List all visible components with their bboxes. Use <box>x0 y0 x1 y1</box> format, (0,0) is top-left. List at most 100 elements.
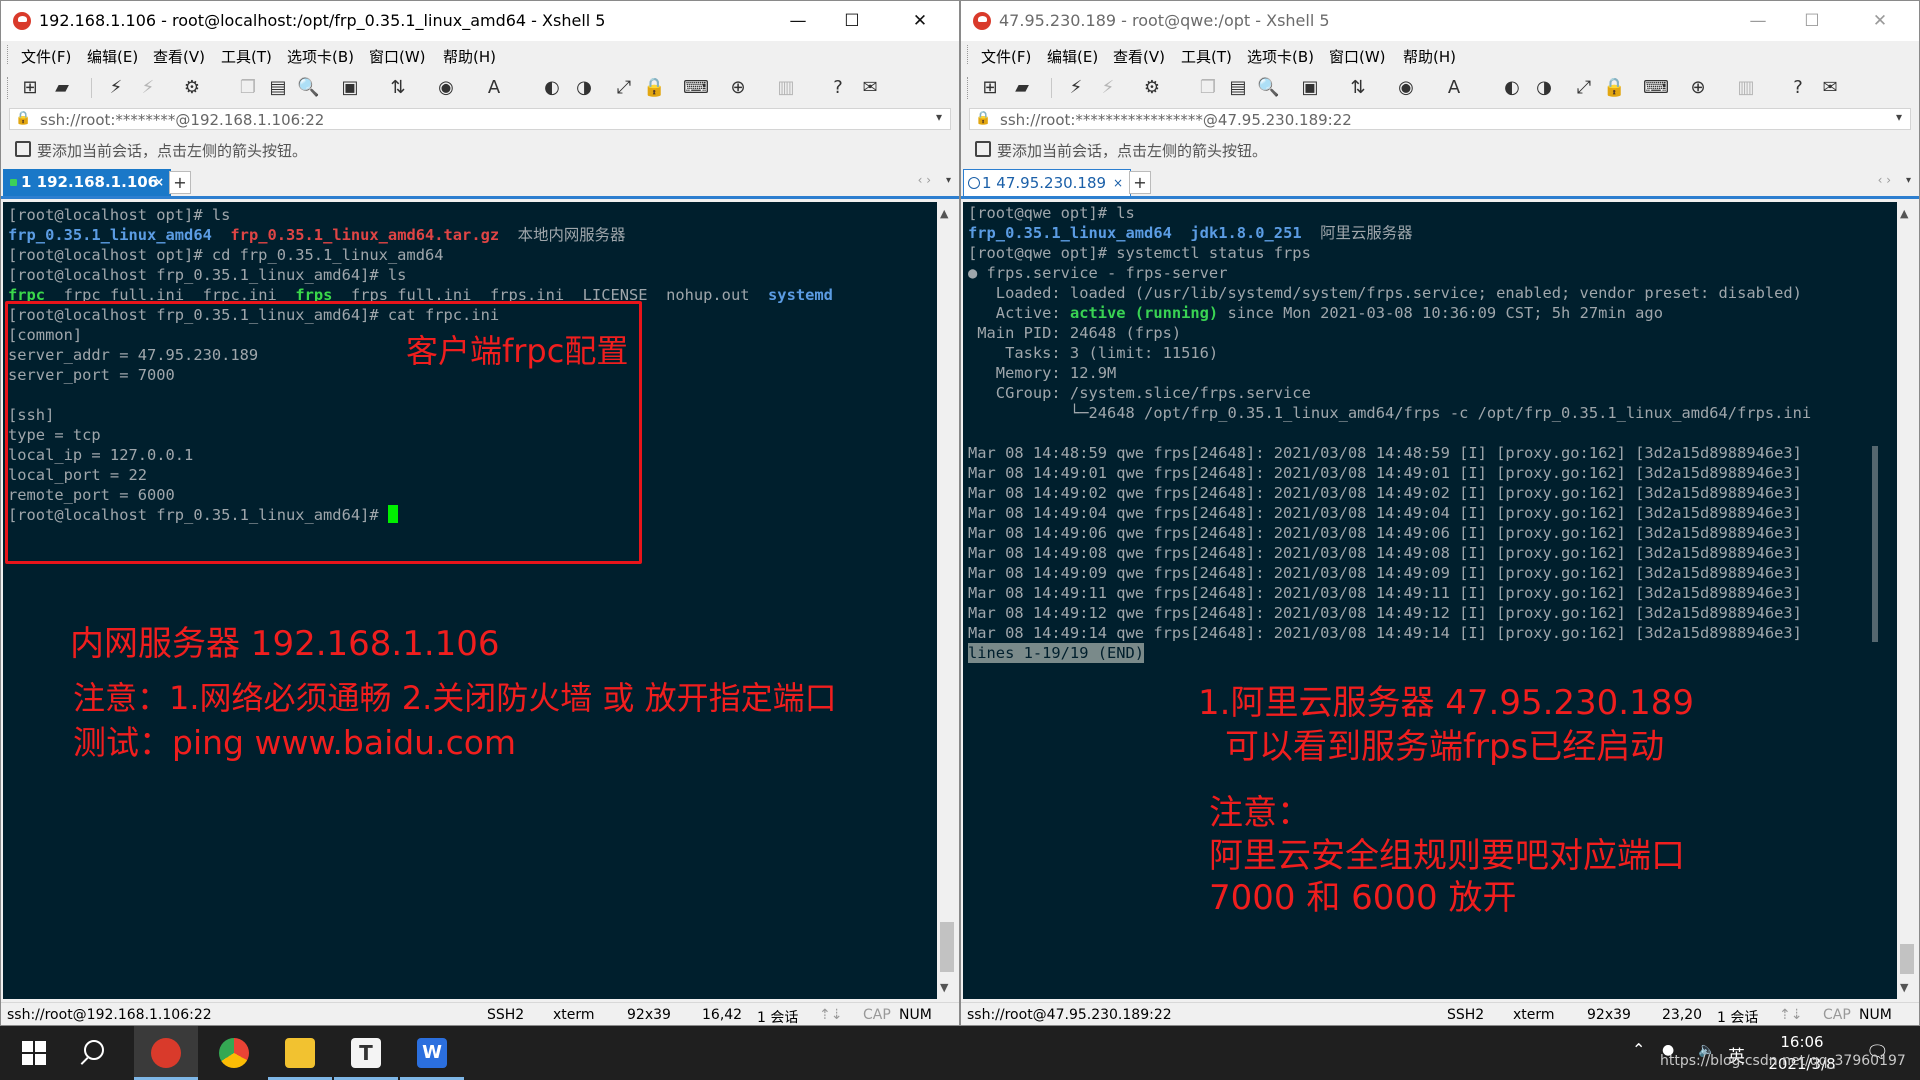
print-icon[interactable]: ▣ <box>339 77 361 99</box>
scroll-thumb[interactable] <box>1900 944 1914 974</box>
vertical-scrollbar[interactable]: ▲ ▼ <box>937 202 957 999</box>
address-bar[interactable]: 🔒 ssh://root:********@192.168.1.106:22 ▾ <box>9 108 951 130</box>
menu-edit[interactable]: 编辑(E) <box>87 46 138 67</box>
lock-icon[interactable]: 🔒 <box>643 77 665 99</box>
properties-icon[interactable]: ⚙ <box>1141 77 1163 99</box>
menu-file[interactable]: 文件(F) <box>21 46 71 67</box>
paste-icon[interactable]: ▤ <box>1227 77 1249 99</box>
layout-icon[interactable]: ▥ <box>1735 77 1757 99</box>
connect-icon[interactable]: ⚡ <box>105 77 127 99</box>
taskbar-typora[interactable]: T <box>334 1026 398 1080</box>
tab-session[interactable]: 1 47.95.230.189 × <box>963 169 1131 196</box>
globe-icon[interactable]: ◉ <box>435 77 457 99</box>
tab-session[interactable]: 1 192.168.1.106 × <box>3 169 171 196</box>
globe-icon[interactable]: ◉ <box>1395 77 1417 99</box>
open-folder-icon[interactable]: ▰ <box>51 77 73 99</box>
add-tab-icon[interactable]: ⊕ <box>1687 77 1709 99</box>
help-icon[interactable]: ? <box>827 77 849 99</box>
disconnect-icon[interactable]: ⚡ <box>137 77 159 99</box>
menu-tabs[interactable]: 选项卡(B) <box>287 46 354 67</box>
menu-window[interactable]: 窗口(W) <box>1329 46 1386 67</box>
title-bar[interactable]: 192.168.1.106 - root@localhost:/opt/frp_… <box>1 1 959 41</box>
properties-icon[interactable]: ⚙ <box>181 77 203 99</box>
open-folder-icon[interactable]: ▰ <box>1011 77 1033 99</box>
keyboard-icon[interactable]: ⌨ <box>683 77 709 99</box>
find-icon[interactable]: 🔍 <box>1257 77 1279 99</box>
minimize-button[interactable]: — <box>1735 5 1781 37</box>
terminal[interactable]: [root@localhost opt]# ls frp_0.35.1_linu… <box>3 202 938 999</box>
tab-scroll-arrows-icon[interactable]: ‹ › <box>918 173 931 187</box>
script-icon[interactable]: ◑ <box>1533 77 1555 99</box>
menu-edit[interactable]: 编辑(E) <box>1047 46 1098 67</box>
close-button[interactable]: ✕ <box>897 5 943 37</box>
menu-tabs[interactable]: 选项卡(B) <box>1247 46 1314 67</box>
disconnect-icon[interactable]: ⚡ <box>1097 77 1119 99</box>
font-icon[interactable]: A <box>1443 77 1465 99</box>
taskbar-wps[interactable]: W <box>400 1026 464 1080</box>
maximize-button[interactable]: ☐ <box>829 5 875 37</box>
scroll-up-icon[interactable]: ▲ <box>940 207 948 220</box>
windows-start-icon[interactable] <box>22 1041 46 1065</box>
print-icon[interactable]: ▣ <box>1299 77 1321 99</box>
title-bar[interactable]: 47.95.230.189 - root@qwe:/opt - Xshell 5… <box>961 1 1919 41</box>
font-icon[interactable]: A <box>483 77 505 99</box>
tray-expand-icon[interactable]: ⌃ <box>1632 1040 1645 1059</box>
menu-view[interactable]: 查看(V) <box>1113 46 1165 67</box>
new-session-icon[interactable]: ⊞ <box>979 77 1001 99</box>
minimize-button[interactable]: — <box>775 5 821 37</box>
menu-tools[interactable]: 工具(T) <box>221 46 272 67</box>
xshell-window-left[interactable]: 192.168.1.106 - root@localhost:/opt/frp_… <box>0 0 960 1026</box>
new-tab-button[interactable]: + <box>169 171 191 194</box>
layout-icon[interactable]: ▥ <box>775 77 797 99</box>
transfer-icon[interactable]: ⇅ <box>1347 77 1369 99</box>
transfer-icon[interactable]: ⇅ <box>387 77 409 99</box>
menu-help[interactable]: 帮助(H) <box>443 46 496 67</box>
vertical-scrollbar[interactable]: ▲ ▼ <box>1897 202 1917 999</box>
scroll-down-icon[interactable]: ▼ <box>1900 981 1908 994</box>
connect-icon[interactable]: ⚡ <box>1065 77 1087 99</box>
tab-list-dropdown-icon[interactable]: ▾ <box>946 175 951 186</box>
taskbar-chrome[interactable] <box>202 1026 266 1080</box>
address-dropdown-icon[interactable]: ▾ <box>936 110 942 124</box>
add-tab-icon[interactable]: ⊕ <box>727 77 749 99</box>
tab-close-icon[interactable]: × <box>154 169 164 196</box>
add-session-arrow-icon[interactable] <box>15 141 31 157</box>
menu-window[interactable]: 窗口(W) <box>369 46 426 67</box>
menu-help[interactable]: 帮助(H) <box>1403 46 1456 67</box>
fullscreen-icon[interactable]: ⤢ <box>613 77 635 99</box>
new-tab-button[interactable]: + <box>1129 171 1151 194</box>
close-button[interactable]: ✕ <box>1857 5 1903 37</box>
tab-close-icon[interactable]: × <box>1113 170 1123 197</box>
script-icon[interactable]: ◑ <box>573 77 595 99</box>
address-dropdown-icon[interactable]: ▾ <box>1896 110 1902 124</box>
paste-icon[interactable]: ▤ <box>267 77 289 99</box>
tab-list-dropdown-icon[interactable]: ▾ <box>1906 175 1911 186</box>
fullscreen-icon[interactable]: ⤢ <box>1573 77 1595 99</box>
xftp-icon[interactable]: ◐ <box>1501 77 1523 99</box>
taskbar-explorer[interactable] <box>268 1026 332 1080</box>
copy-icon[interactable]: ❐ <box>1197 77 1219 99</box>
menu-view[interactable]: 查看(V) <box>153 46 205 67</box>
lock-icon[interactable]: 🔒 <box>1603 77 1625 99</box>
chat-icon[interactable]: ✉ <box>1819 77 1841 99</box>
menu-tools[interactable]: 工具(T) <box>1181 46 1232 67</box>
xftp-icon[interactable]: ◐ <box>541 77 563 99</box>
chat-icon[interactable]: ✉ <box>859 77 881 99</box>
search-icon[interactable] <box>84 1040 104 1060</box>
address-bar[interactable]: 🔒 ssh://root:*****************@47.95.230… <box>969 108 1911 130</box>
keyboard-icon[interactable]: ⌨ <box>1643 77 1669 99</box>
menu-file[interactable]: 文件(F) <box>981 46 1031 67</box>
help-icon[interactable]: ? <box>1787 77 1809 99</box>
add-session-arrow-icon[interactable] <box>975 141 991 157</box>
copy-icon[interactable]: ❐ <box>237 77 259 99</box>
maximize-button[interactable]: ☐ <box>1789 5 1835 37</box>
scroll-down-icon[interactable]: ▼ <box>940 981 948 994</box>
taskbar-xshell[interactable] <box>134 1026 198 1080</box>
tab-scroll-arrows-icon[interactable]: ‹ › <box>1878 173 1891 187</box>
new-session-icon[interactable]: ⊞ <box>19 77 41 99</box>
scroll-up-icon[interactable]: ▲ <box>1900 207 1908 220</box>
find-icon[interactable]: 🔍 <box>297 77 319 99</box>
terminal[interactable]: [root@qwe opt]# ls frp_0.35.1_linux_amd6… <box>963 202 1898 999</box>
xshell-window-right[interactable]: 47.95.230.189 - root@qwe:/opt - Xshell 5… <box>960 0 1920 1026</box>
scroll-thumb[interactable] <box>940 922 954 972</box>
